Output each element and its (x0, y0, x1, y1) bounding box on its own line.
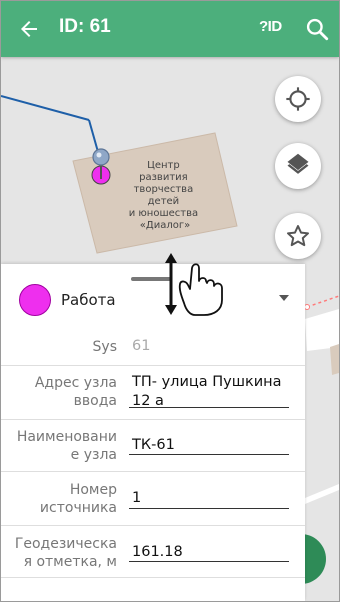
map-white-patch (305, 309, 339, 351)
input-underline (129, 508, 289, 509)
field-label: Адрес узла ввода (34, 375, 117, 409)
field-label: Геодезическая отметка, м (14, 536, 117, 570)
field-node-name: Наименование узла ТК-61 (1, 427, 305, 471)
divider (1, 365, 305, 366)
drag-gesture-icon (165, 253, 223, 316)
field-address: Адрес узла ввода ТП- улица Пушкина 12 а (1, 373, 305, 419)
divider (1, 577, 305, 578)
input-underline (129, 407, 289, 408)
id-search-button[interactable]: ?ID (259, 18, 282, 35)
input-underline (129, 561, 289, 562)
field-label: Наименование узла (16, 429, 117, 463)
layers-icon (287, 153, 309, 174)
network-line (1, 95, 90, 121)
my-location-icon (286, 87, 310, 111)
arrow-left-icon[interactable] (17, 17, 41, 41)
address-input[interactable]: ТП- улица Пушкина 12 а (132, 373, 288, 411)
network-line-dashed (306, 295, 339, 308)
app-bar: ID: 61 ?ID (1, 1, 339, 57)
favorites-button[interactable] (275, 213, 321, 259)
divider (1, 471, 305, 472)
search-icon[interactable] (304, 16, 330, 42)
source-number-input[interactable]: 1 (132, 489, 288, 508)
road-segment (305, 484, 339, 504)
field-label: Sys (92, 339, 117, 355)
field-sys: Sys 61 (1, 337, 305, 361)
divider (1, 525, 305, 526)
page-title: ID: 61 (59, 16, 111, 37)
field-source-number: Номер источника 1 (1, 479, 305, 523)
field-label: Номер источника (39, 482, 117, 516)
screen: ID: 61 ?ID Центр развития творчества дет… (0, 0, 340, 602)
divider (1, 419, 305, 420)
dropdown-arrow-icon[interactable] (279, 295, 289, 301)
field-value: 61 (132, 338, 151, 354)
my-location-button[interactable] (275, 76, 321, 122)
status-label: Работа (61, 291, 116, 309)
layers-button[interactable] (275, 143, 321, 189)
star-outline-icon (286, 225, 310, 247)
field-elevation: Геодезическая отметка, м 161.18 (1, 533, 305, 573)
building-polygon-partial (330, 344, 339, 375)
node-name-input[interactable]: ТК-61 (132, 436, 288, 455)
input-underline (129, 454, 289, 455)
elevation-input[interactable]: 161.18 (132, 543, 288, 562)
network-node (304, 304, 310, 310)
status-color-dot (19, 284, 51, 316)
pin-highlight (96, 152, 102, 158)
location-pin-icon[interactable] (92, 148, 110, 166)
